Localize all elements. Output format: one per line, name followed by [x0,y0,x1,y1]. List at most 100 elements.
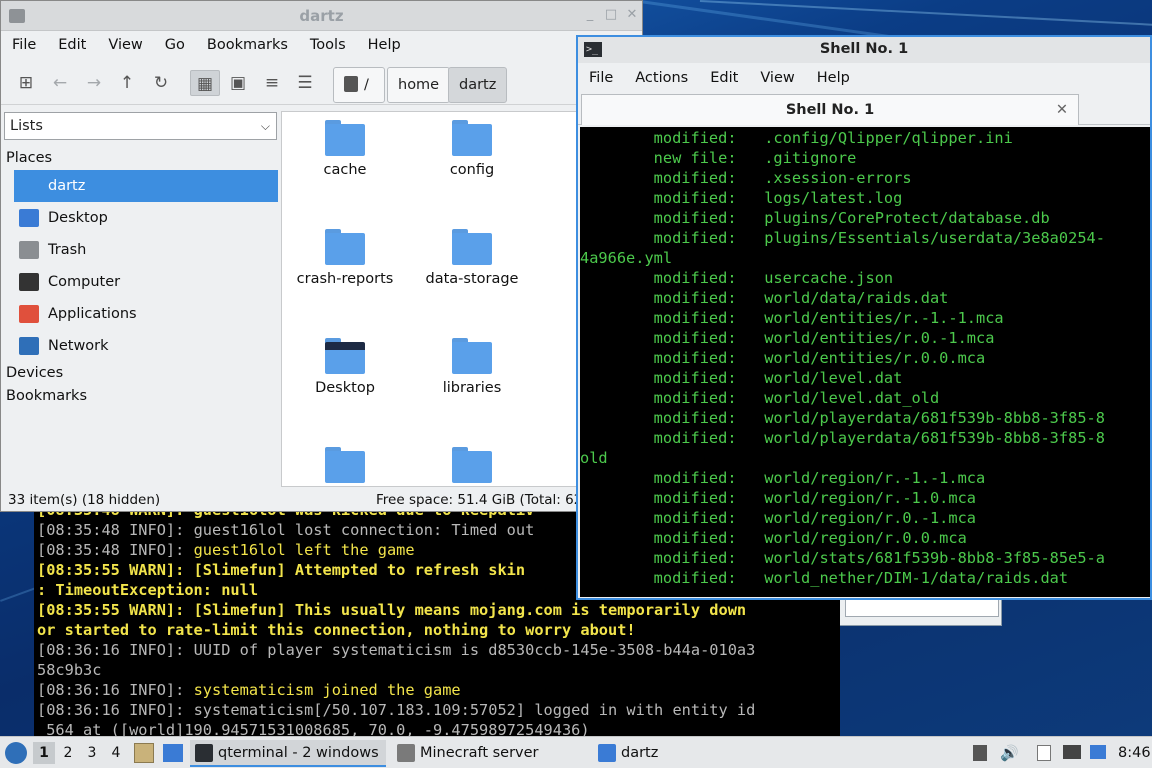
folder-item[interactable] [285,447,405,486]
menu-go[interactable]: Go [154,37,196,53]
folder-item[interactable]: libraries [412,338,532,396]
folder-icon [452,447,492,483]
folder-item[interactable]: Desktop [285,338,405,396]
notes-icon[interactable] [1037,745,1051,761]
sidebar-item-applications[interactable]: Applications [14,298,278,330]
sidebar-item-desktop[interactable]: Desktop [14,202,278,234]
log-message: guest16lol left the game [193,541,415,559]
update-tray-icon[interactable] [1090,745,1106,759]
workspace-4[interactable]: 4 [105,742,127,764]
clock[interactable]: 8:46 [1118,737,1151,768]
folder-item[interactable]: data-storage [412,229,532,287]
sidebar-item-computer[interactable]: Computer [14,266,278,298]
taskbar: 🔊 8:46 1 2 3 4 qterminal - 2 windows Minecraf… [0,736,1152,768]
shell-menu-help[interactable]: Help [806,70,861,86]
shell-tab[interactable]: Shell No. 1 ✕ [581,94,1079,125]
icon-view-icon[interactable]: ▦ [190,70,220,96]
terminal-line: modified: world/region/r.-1.0.mca [580,489,977,507]
thumbnail-view-icon[interactable]: ▣ [225,70,251,96]
folder-item[interactable] [412,447,532,486]
shell-titlebar[interactable]: >_ Shell No. 1 [578,37,1150,63]
shell-menu-file[interactable]: File [578,70,624,86]
file-manager-launcher-icon[interactable] [134,743,154,763]
forward-icon[interactable]: → [81,70,107,96]
bookmarks-section-header[interactable]: Bookmarks [6,388,87,404]
folder-item[interactable]: crash-reports [285,229,405,287]
path-crumb-dartz[interactable]: dartz [448,67,508,103]
folder-icon [325,229,365,265]
log-message: systematicism joined the game [193,681,461,699]
sidebar-item-label: Network [48,338,109,354]
sidebar-item-label: Applications [48,306,137,322]
up-icon[interactable]: ↑ [114,70,140,96]
shell-menu-edit[interactable]: Edit [699,70,749,86]
sidebar-item-dartz[interactable]: dartz [14,170,278,202]
folder-item[interactable]: config [412,120,532,178]
taskbar-task[interactable]: Minecraft server [392,740,588,767]
shell-menubar: File Actions Edit View Help [578,63,1150,93]
folder-label: config [449,162,495,178]
file-manager-toolbar: ⊞ ← → ↑ ↻ ▦ ▣ ≡ ☰ / home dartz [1,59,642,105]
terminal-line: modified: world/region/r.0.0.mca [580,529,967,547]
file-manager-titlebar[interactable]: dartz _ □ ✕ [1,1,642,31]
menu-view[interactable]: View [97,37,153,53]
new-tab-icon[interactable]: ⊞ [13,70,39,96]
back-icon[interactable]: ← [47,70,73,96]
maximize-icon[interactable]: □ [604,8,618,22]
show-desktop-icon[interactable] [163,744,183,762]
sidebar-item-trash[interactable]: Trash [14,234,278,266]
folder-item[interactable]: cache [285,120,405,178]
taskbar-task[interactable]: dartz [593,740,703,767]
side-pane-mode-select[interactable]: Lists ⌵ [4,112,277,140]
devices-section-header[interactable]: Devices [6,365,63,381]
folder-icon [598,744,616,762]
menu-edit[interactable]: Edit [47,37,97,53]
compact-view-icon[interactable]: ≡ [259,70,285,96]
network-icon [19,337,39,355]
menu-bookmarks[interactable]: Bookmarks [196,37,299,53]
file-manager-window[interactable]: dartz _ □ ✕ File Edit View Go Bookmarks Tools… [0,0,643,512]
shell-terminal-output[interactable]: modified: .config/Qlipper/qlipper.ini ne… [580,127,1150,597]
detailed-list-view-icon[interactable]: ☰ [292,70,318,96]
start-menu-icon[interactable] [5,742,27,764]
terminal-line: modified: world/entities/r.0.-1.mca [580,329,995,347]
shell-menu-actions[interactable]: Actions [624,70,699,86]
workspace-1[interactable]: 1 [33,742,55,764]
taskbar-task-label: dartz [621,745,659,761]
folder-label: data-storage [425,271,519,287]
menu-file[interactable]: File [1,37,47,53]
path-crumb-home[interactable]: home [387,67,451,103]
places-section-header[interactable]: Places [6,150,52,166]
terminal-line: modified: plugins/CoreProtect/database.d… [580,209,1050,227]
folder-label: cache [323,162,367,178]
status-item-count: 33 item(s) (18 hidden) [8,492,161,508]
close-icon[interactable]: ✕ [625,8,639,22]
sidebar-item-label: Desktop [48,210,108,226]
terminal-line: modified: logs/latest.log [580,189,903,207]
path-root-button[interactable]: / [333,67,385,103]
folder-icon [452,120,492,156]
volume-icon[interactable]: 🔊 [1000,745,1019,761]
close-tab-icon[interactable]: ✕ [1056,95,1068,125]
reload-icon[interactable]: ↻ [148,70,174,96]
log-prefix: 58c9b3c [37,661,102,679]
taskbar-task[interactable]: qterminal - 2 windows [190,740,386,767]
sidebar-item-network[interactable]: Network [14,330,278,362]
log-line: 58c9b3c [37,660,840,680]
terminal-line: modified: plugins/Essentials/userdata/3e… [580,229,1105,247]
menu-tools[interactable]: Tools [299,37,357,53]
log-prefix: 564 at ([world]190.94571531008685, 70.0,… [37,721,590,736]
log-prefix: [08:36:16 INFO]: [37,641,194,659]
network-tray-icon[interactable] [1063,745,1081,759]
menu-help[interactable]: Help [357,37,412,53]
clipboard-icon[interactable] [973,745,987,761]
folder-label: libraries [442,380,502,396]
shell-menu-view[interactable]: View [749,70,805,86]
minimize-icon[interactable]: _ [583,8,597,22]
terminal-line: modified: .xsession-errors [580,169,912,187]
log-message: guest16lol lost connection: Timed out [193,521,535,539]
workspace-2[interactable]: 2 [57,742,79,764]
shell-window[interactable]: >_ Shell No. 1 File Actions Edit View Help S… [576,35,1152,600]
workspace-3[interactable]: 3 [81,742,103,764]
taskbar-task-label: Minecraft server [420,745,539,761]
